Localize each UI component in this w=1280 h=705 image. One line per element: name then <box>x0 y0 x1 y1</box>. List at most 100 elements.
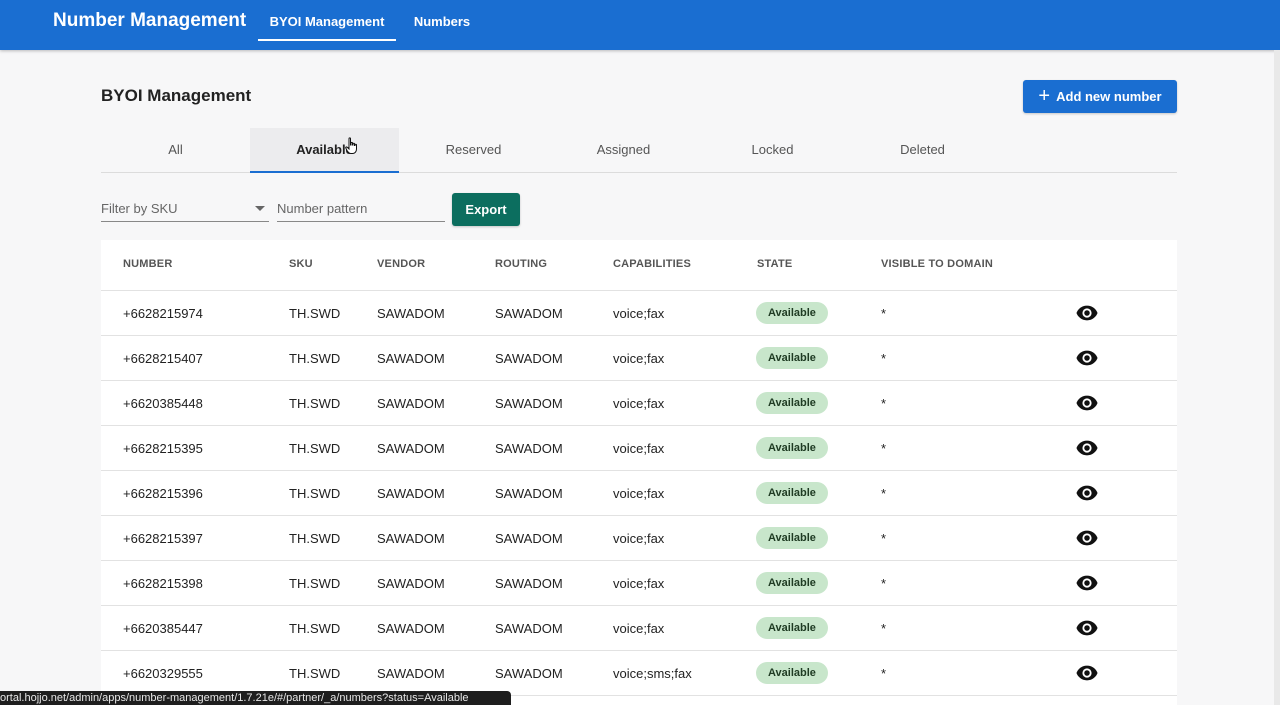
export-button[interactable]: Export <box>452 193 520 226</box>
routing-cell: SAWADOM <box>495 621 563 636</box>
page-scrollbar[interactable] <box>1274 50 1280 705</box>
table-row[interactable]: +6628215398 TH.SWD SAWADOM SAWADOM voice… <box>101 561 1177 606</box>
column-header-routing[interactable]: ROUTING <box>495 258 547 270</box>
vendor-cell: SAWADOM <box>377 441 445 456</box>
sku-filter-select[interactable]: Filter by SKU <box>101 195 269 222</box>
status-badge: Available <box>756 482 828 504</box>
column-header-capabilities[interactable]: CAPABILITIES <box>613 258 691 270</box>
vendor-cell: SAWADOM <box>377 621 445 636</box>
sku-cell: TH.SWD <box>289 351 341 366</box>
domain-cell: * <box>881 351 887 366</box>
tab-reserved[interactable]: Reserved <box>399 128 548 172</box>
eye-icon[interactable] <box>1076 664 1098 682</box>
number-cell: +6620385448 <box>123 396 203 411</box>
sku-cell: TH.SWD <box>289 531 341 546</box>
domain-cell: * <box>881 486 887 501</box>
tab-deleted[interactable]: Deleted <box>848 128 997 172</box>
routing-cell: SAWADOM <box>495 531 563 546</box>
eye-icon[interactable] <box>1076 529 1098 547</box>
tab-all[interactable]: All <box>101 128 250 172</box>
tab-locked[interactable]: Locked <box>698 128 847 172</box>
capabilities-cell: voice;sms;fax <box>613 666 692 681</box>
add-new-number-button[interactable]: + Add new number <box>1023 80 1177 113</box>
routing-cell: SAWADOM <box>495 306 563 321</box>
table-row[interactable]: +6628215407 TH.SWD SAWADOM SAWADOM voice… <box>101 336 1177 381</box>
number-cell: +6628215398 <box>123 576 203 591</box>
vendor-cell: SAWADOM <box>377 576 445 591</box>
number-cell: +6628215396 <box>123 486 203 501</box>
number-cell: +6628215397 <box>123 531 203 546</box>
domain-cell: * <box>881 576 887 591</box>
capabilities-cell: voice;fax <box>613 306 665 321</box>
status-badge: Available <box>756 302 828 324</box>
nav-tab-byoi-management[interactable]: BYOI Management <box>258 0 396 41</box>
vendor-cell: SAWADOM <box>377 666 445 681</box>
eye-icon[interactable] <box>1076 484 1098 502</box>
sku-cell: TH.SWD <box>289 666 341 681</box>
routing-cell: SAWADOM <box>495 576 563 591</box>
capabilities-cell: voice;fax <box>613 396 665 411</box>
eye-icon[interactable] <box>1076 394 1098 412</box>
routing-cell: SAWADOM <box>495 351 563 366</box>
table-header: NUMBER SKU VENDOR ROUTING CAPABILITIES S… <box>101 240 1177 291</box>
state-tabs: All Available Reserved Assigned Locked D… <box>101 128 1177 173</box>
status-badge: Available <box>756 527 828 549</box>
routing-cell: SAWADOM <box>495 441 563 456</box>
number-cell: +6628215395 <box>123 441 203 456</box>
column-header-sku[interactable]: SKU <box>289 258 313 270</box>
tab-assigned[interactable]: Assigned <box>549 128 698 172</box>
column-header-number[interactable]: NUMBER <box>123 258 172 270</box>
nav-tab-numbers[interactable]: Numbers <box>404 0 480 41</box>
vendor-cell: SAWADOM <box>377 486 445 501</box>
eye-icon[interactable] <box>1076 619 1098 637</box>
sku-cell: TH.SWD <box>289 576 341 591</box>
sku-cell: TH.SWD <box>289 306 341 321</box>
app-title: Number Management <box>53 10 247 31</box>
eye-icon[interactable] <box>1076 439 1098 457</box>
eye-icon[interactable] <box>1076 304 1098 322</box>
sku-cell: TH.SWD <box>289 621 341 636</box>
table-row[interactable]: +6628215974 TH.SWD SAWADOM SAWADOM voice… <box>101 291 1177 336</box>
capabilities-cell: voice;fax <box>613 621 665 636</box>
vendor-cell: SAWADOM <box>377 306 445 321</box>
table-row[interactable]: +6620385448 TH.SWD SAWADOM SAWADOM voice… <box>101 381 1177 426</box>
eye-icon[interactable] <box>1076 574 1098 592</box>
caret-down-icon <box>255 206 265 211</box>
domain-cell: * <box>881 666 887 681</box>
capabilities-cell: voice;fax <box>613 576 665 591</box>
sku-filter-placeholder: Filter by SKU <box>101 201 178 216</box>
column-header-vendor[interactable]: VENDOR <box>377 258 425 270</box>
status-badge: Available <box>756 617 828 639</box>
table-row[interactable]: +6628215396 TH.SWD SAWADOM SAWADOM voice… <box>101 471 1177 516</box>
domain-cell: * <box>881 441 887 456</box>
table-row[interactable]: +6628215395 TH.SWD SAWADOM SAWADOM voice… <box>101 426 1177 471</box>
sku-cell: TH.SWD <box>289 441 341 456</box>
column-header-state[interactable]: STATE <box>757 258 792 270</box>
plus-icon: + <box>1038 84 1051 107</box>
vendor-cell: SAWADOM <box>377 396 445 411</box>
number-cell: +6620329555 <box>123 666 203 681</box>
numbers-table: NUMBER SKU VENDOR ROUTING CAPABILITIES S… <box>101 240 1177 705</box>
tab-available[interactable]: Available <box>250 128 399 173</box>
table-row[interactable]: +6620385447 TH.SWD SAWADOM SAWADOM voice… <box>101 606 1177 651</box>
status-badge: Available <box>756 347 828 369</box>
capabilities-cell: voice;fax <box>613 351 665 366</box>
page-title: BYOI Management <box>101 86 252 105</box>
number-pattern-input[interactable] <box>277 195 445 222</box>
column-header-visible-to-domain[interactable]: VISIBLE TO DOMAIN <box>881 258 993 270</box>
routing-cell: SAWADOM <box>495 486 563 501</box>
top-app-bar: Number Management BYOI Management Number… <box>0 0 1280 50</box>
table-row[interactable]: +6620329555 TH.SWD SAWADOM SAWADOM voice… <box>101 651 1177 696</box>
sku-cell: TH.SWD <box>289 486 341 501</box>
vendor-cell: SAWADOM <box>377 351 445 366</box>
domain-cell: * <box>881 306 887 321</box>
number-cell: +6628215407 <box>123 351 203 366</box>
status-badge: Available <box>756 437 828 459</box>
status-badge: Available <box>756 662 828 684</box>
routing-cell: SAWADOM <box>495 666 563 681</box>
table-row[interactable]: +6628215397 TH.SWD SAWADOM SAWADOM voice… <box>101 516 1177 561</box>
capabilities-cell: voice;fax <box>613 441 665 456</box>
eye-icon[interactable] <box>1076 349 1098 367</box>
add-new-number-label: Add new number <box>1056 89 1162 104</box>
hand-pointer-icon <box>345 137 357 154</box>
